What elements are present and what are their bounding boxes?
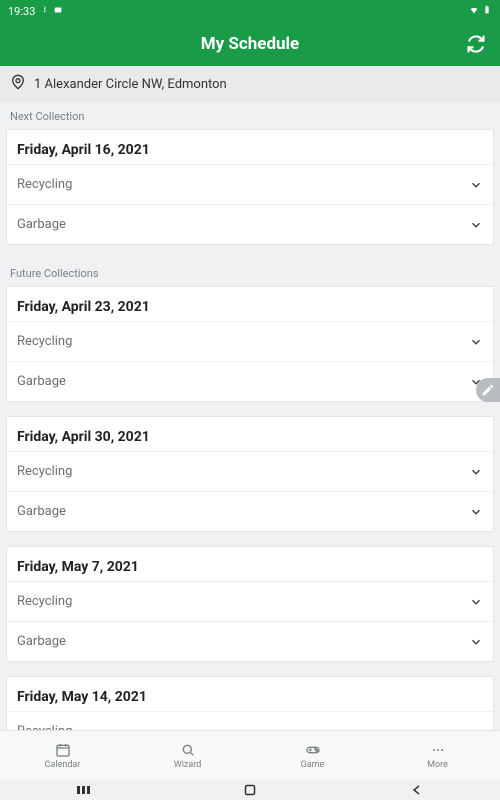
status-battery-icon [482,5,492,18]
chevron-down-icon [469,595,483,609]
refresh-button[interactable] [462,30,490,58]
collection-card: Friday, April 23, 2021 Recycling Garbage [6,286,494,402]
android-system-nav [0,780,500,800]
collection-item-row[interactable]: Garbage [7,204,493,244]
chevron-down-icon [469,505,483,519]
collection-card: Friday, May 14, 2021 Recycling Garbage [6,676,494,730]
collection-card: Friday, May 7, 2021 Recycling Garbage [6,546,494,662]
location-address: 1 Alexander Circle NW, Edmonton [34,77,227,92]
sys-home-button[interactable] [242,784,258,796]
collection-item-row[interactable]: Recycling [7,581,493,621]
refresh-icon [466,34,486,54]
sys-recent-button[interactable] [75,784,91,796]
nav-label: Calendar [45,760,81,770]
collection-item-row[interactable]: Garbage [7,621,493,661]
collection-date: Friday, April 23, 2021 [7,287,493,321]
nav-label: Game [301,760,325,770]
collection-card: Friday, April 30, 2021 Recycling Garbage [6,416,494,532]
section-label-next: Next Collection [0,102,500,129]
chevron-down-icon [469,218,483,232]
chevron-down-icon [469,335,483,349]
collection-item-row[interactable]: Recycling [7,164,493,204]
pencil-icon [481,383,495,397]
section-label-future: Future Collections [0,259,500,286]
collection-item-row[interactable]: Recycling [7,321,493,361]
nav-more[interactable]: More [375,731,500,780]
status-time: 19:33 [8,5,35,18]
chevron-down-icon [469,465,483,479]
collection-item-row[interactable]: Garbage [7,491,493,531]
sys-back-button[interactable] [409,784,425,796]
edit-fab[interactable] [476,378,500,402]
collection-item-label: Recycling [17,177,72,192]
calendar-icon [55,742,71,758]
collection-card: Friday, April 16, 2021 Recycling Garbage [6,129,494,245]
collection-date: Friday, April 30, 2021 [7,417,493,451]
bottom-nav: Calendar Wizard Game More [0,730,500,780]
search-icon [180,742,196,758]
game-icon [305,742,321,758]
collection-item-label: Recycling [17,334,72,349]
page-title: My Schedule [201,34,299,54]
android-status-bar: 19:33 [0,0,500,22]
nav-calendar[interactable]: Calendar [0,731,125,780]
collection-date: Friday, April 16, 2021 [7,130,493,164]
status-wifi-icon [469,5,479,18]
collection-item-label: Garbage [17,634,66,649]
collection-item-label: Garbage [17,504,66,519]
collection-item-label: Garbage [17,374,66,389]
chevron-down-icon [469,635,483,649]
collection-date: Friday, May 14, 2021 [7,677,493,711]
location-pin-icon [10,74,26,94]
schedule-content: Next Collection Friday, April 16, 2021 R… [0,102,500,730]
nav-game[interactable]: Game [250,731,375,780]
status-card-icon [53,5,63,18]
collection-item-row[interactable]: Recycling [7,711,493,730]
collection-item-label: Recycling [17,464,72,479]
collection-item-row[interactable]: Garbage [7,361,493,401]
collection-item-row[interactable]: Recycling [7,451,493,491]
chevron-down-icon [469,178,483,192]
more-icon [430,742,446,758]
nav-wizard[interactable]: Wizard [125,731,250,780]
collection-item-label: Recycling [17,594,72,609]
nav-label: Wizard [174,760,202,770]
collection-date: Friday, May 7, 2021 [7,547,493,581]
location-row[interactable]: 1 Alexander Circle NW, Edmonton [0,66,500,102]
nav-label: More [427,760,448,770]
status-bluetooth-icon [39,5,49,18]
collection-item-label: Garbage [17,217,66,232]
app-bar: My Schedule [0,22,500,66]
